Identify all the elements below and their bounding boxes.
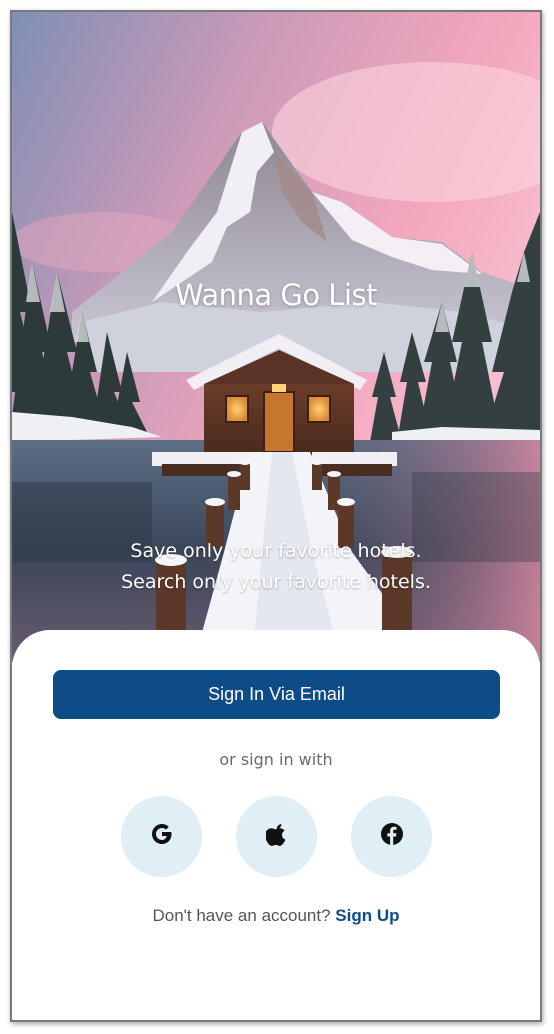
facebook-sign-in-button[interactable] bbox=[351, 796, 432, 877]
sign-in-email-button[interactable]: Sign In Via Email bbox=[53, 670, 500, 719]
hero-image bbox=[12, 12, 540, 662]
app-screen: Wanna Go List Save only your favorite ho… bbox=[10, 10, 542, 1022]
google-sign-in-button[interactable] bbox=[121, 796, 202, 877]
tagline-line-1: Save only your favorite hotels. bbox=[130, 540, 422, 562]
facebook-icon bbox=[380, 822, 404, 851]
alt-sign-in-label: or sign in with bbox=[219, 750, 333, 769]
app-title: Wanna Go List bbox=[175, 278, 377, 312]
google-icon bbox=[149, 821, 175, 852]
tagline-line-2: Search only your favorite hotels. bbox=[121, 571, 431, 593]
no-account-text: Don't have an account? bbox=[152, 906, 331, 925]
sign-up-link[interactable]: Sign Up bbox=[335, 906, 399, 925]
sign-up-prompt: Don't have an account? Sign Up bbox=[12, 906, 540, 926]
apple-sign-in-button[interactable] bbox=[236, 796, 317, 877]
sign-in-sheet: Sign In Via Email or sign in with Don't … bbox=[12, 630, 540, 1020]
apple-icon bbox=[264, 822, 288, 851]
